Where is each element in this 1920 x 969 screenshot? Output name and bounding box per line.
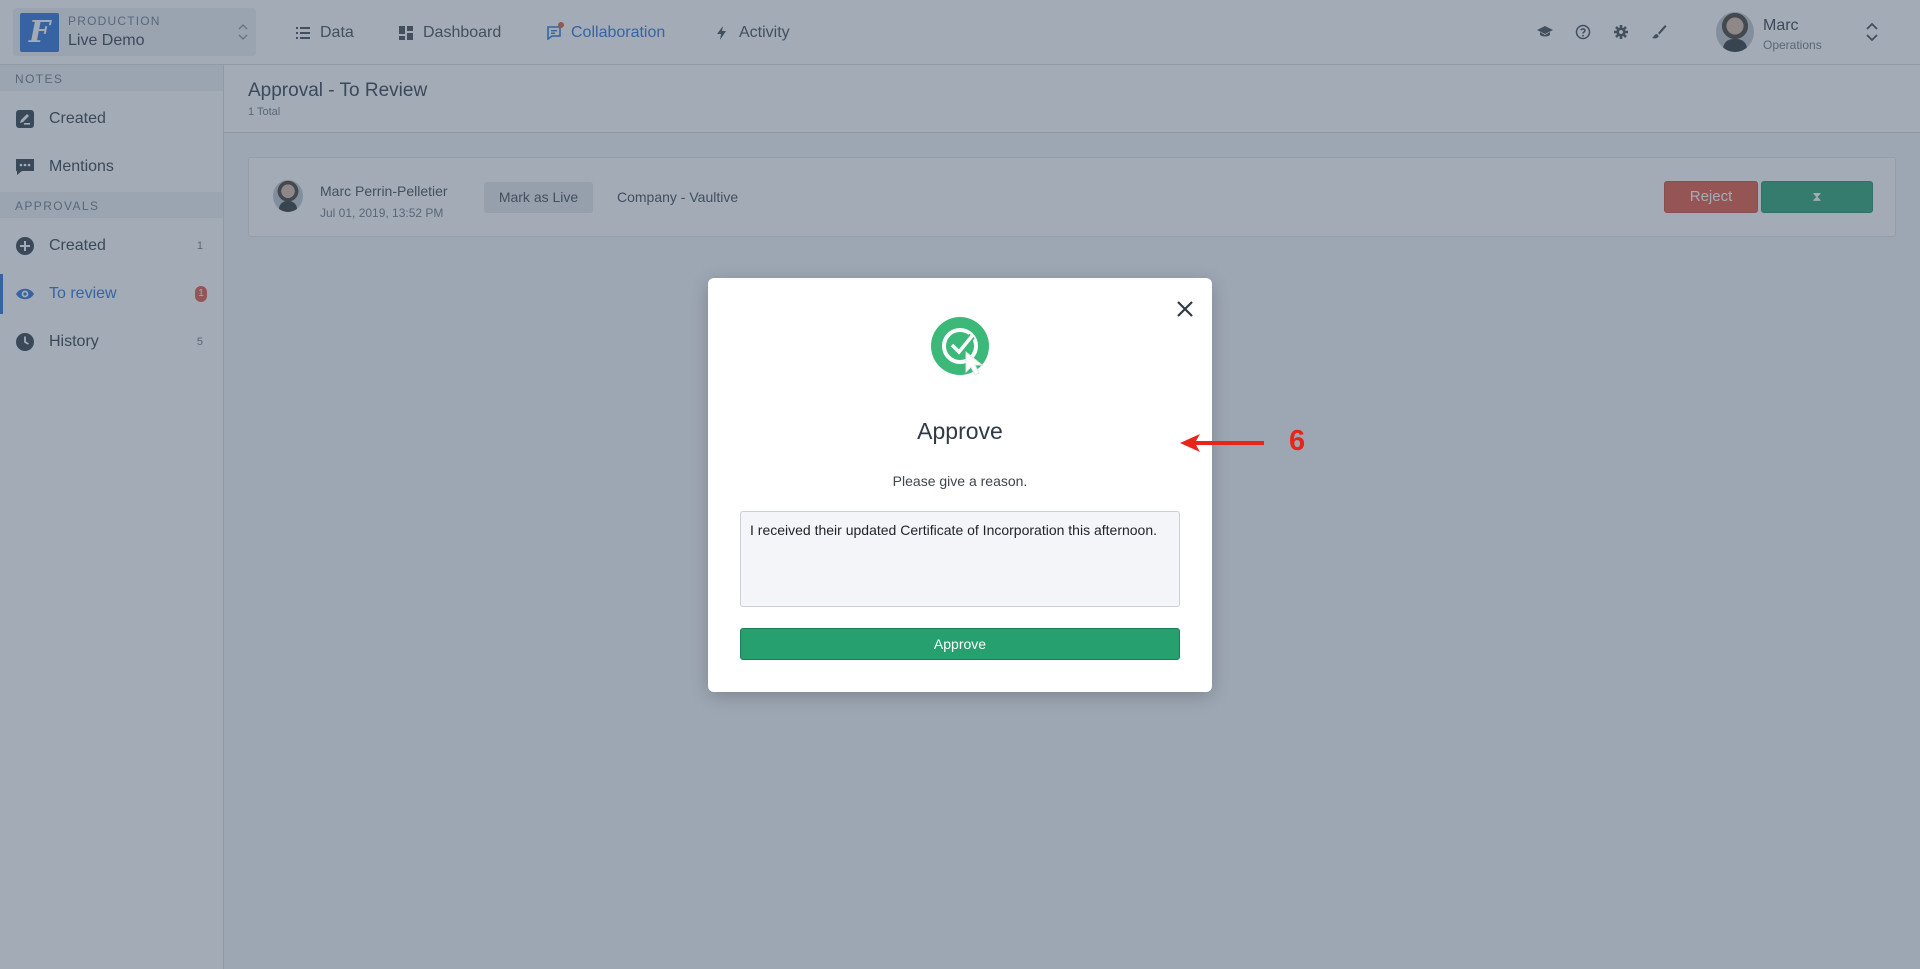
- dialog-title: Approve: [917, 418, 1003, 444]
- approve-button[interactable]: Approve: [740, 628, 1180, 660]
- reason-textarea[interactable]: I received their updated Certificate of …: [740, 511, 1180, 607]
- annotation-arrow-icon: [1178, 432, 1268, 454]
- approve-check-icon: [930, 316, 992, 378]
- approve-dialog: Approve Please give a reason. I received…: [708, 278, 1212, 692]
- close-icon[interactable]: [1174, 298, 1196, 320]
- step-number: 6: [1289, 425, 1306, 457]
- dialog-subtitle: Please give a reason.: [892, 473, 1028, 489]
